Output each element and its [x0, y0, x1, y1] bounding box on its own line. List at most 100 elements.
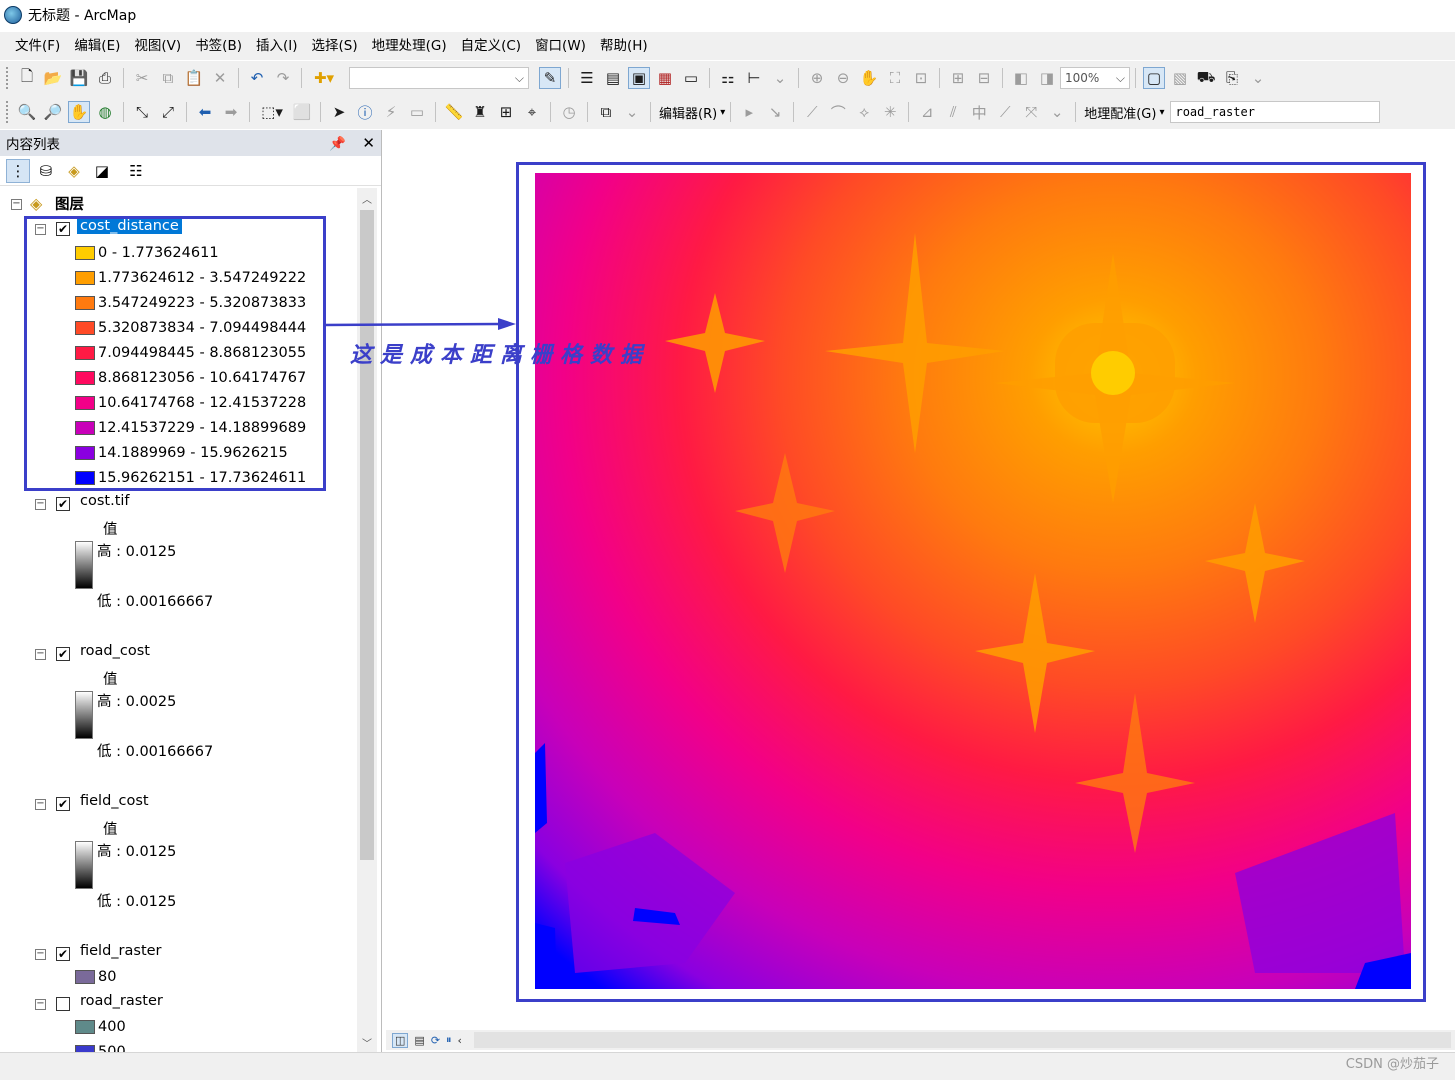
clear-selection-icon[interactable]: ⬜	[291, 101, 313, 123]
trace-icon[interactable]: ⟡	[853, 101, 875, 123]
select-elements-cursor-icon[interactable]: ➤	[328, 101, 350, 123]
search-window-icon[interactable]: ▣	[628, 67, 650, 89]
full-extent-globe-icon[interactable]: ◍	[94, 101, 116, 123]
collapse-icon[interactable]: −	[11, 199, 22, 210]
collapse-icon[interactable]: −	[35, 499, 46, 510]
scroll-up-icon[interactable]: ︿	[357, 188, 377, 208]
python-window-icon[interactable]: ▭	[680, 67, 702, 89]
layer-visibility-checkbox[interactable]: ✔	[56, 647, 70, 661]
menu-bookmarks[interactable]: 书签(B)	[188, 32, 249, 60]
scroll-down-icon[interactable]: ﹀	[357, 1032, 377, 1052]
layer-visibility-checkbox[interactable]	[56, 997, 70, 1011]
chevron-down-icon[interactable]: ▾	[1159, 107, 1164, 118]
arctoolbox-icon[interactable]: ▦	[654, 67, 676, 89]
create-viewer-window-icon[interactable]: ⧉	[595, 101, 617, 123]
undo-icon[interactable]: ↶	[246, 67, 268, 89]
model-builder-icon[interactable]: ⚏	[717, 67, 739, 89]
focus-data-frame-icon[interactable]: ▧	[1169, 67, 1191, 89]
map-scale-combo[interactable]: ⌵	[349, 67, 529, 89]
layer-name-field-raster[interactable]: field_raster	[80, 943, 162, 959]
close-icon[interactable]: ✕	[362, 134, 375, 152]
layout-zoom-in-icon[interactable]: ⊕	[806, 67, 828, 89]
delete-icon[interactable]: ✕	[209, 67, 231, 89]
menu-file[interactable]: 文件(F)	[8, 32, 67, 60]
scrollbar-thumb[interactable]	[360, 210, 374, 860]
measure-icon[interactable]: 📏	[443, 101, 465, 123]
collapse-icon[interactable]: −	[35, 999, 46, 1010]
scroll-left-icon[interactable]: ‹	[458, 1034, 462, 1047]
toolbar-overflow-icon[interactable]: ⌄	[621, 101, 643, 123]
layout-view-icon[interactable]: ▤	[414, 1034, 424, 1047]
menu-windows[interactable]: 窗口(W)	[528, 32, 593, 60]
time-slider-icon[interactable]: ◷	[558, 101, 580, 123]
forward-arrow-icon[interactable]: ➡	[220, 101, 242, 123]
layout-zoom-out-icon[interactable]: ⊖	[832, 67, 854, 89]
legend-class-row[interactable]: 500	[75, 1041, 126, 1052]
layout-back-icon[interactable]: ◧	[1010, 67, 1032, 89]
menu-geoprocessing[interactable]: 地理处理(G)	[365, 32, 454, 60]
layers-root-label[interactable]: 图层	[55, 193, 84, 214]
edit-tool-icon[interactable]: ▸	[738, 101, 760, 123]
list-by-selection-icon[interactable]: ◪	[90, 159, 114, 183]
legend-class-row[interactable]: 400	[75, 1016, 126, 1038]
layout-zoom-percent-combo[interactable]: 100% ⌵	[1060, 67, 1130, 89]
copy-icon[interactable]: ⧉	[157, 67, 179, 89]
layout-full-extent-icon[interactable]: ⛶	[884, 67, 906, 89]
edit-vertices-icon[interactable]: ⊿	[916, 101, 938, 123]
map-horizontal-scrollbar[interactable]	[473, 1032, 1451, 1048]
editor-toolbar-toggle-icon[interactable]: ✎	[539, 67, 561, 89]
toolbar-overflow-icon[interactable]: ⌄	[1247, 67, 1269, 89]
georeferencing-menu[interactable]: 地理配准(G)	[1081, 103, 1159, 122]
pan-hand-icon[interactable]: ✋	[68, 101, 90, 123]
go-to-xy-icon[interactable]: ⌖	[521, 101, 543, 123]
menu-edit[interactable]: 编辑(E)	[67, 32, 127, 60]
list-by-source-icon[interactable]: ⛁	[34, 159, 58, 183]
find-route-icon[interactable]: ⊞	[495, 101, 517, 123]
toolbar-overflow-icon[interactable]: ⌄	[1046, 101, 1068, 123]
georeferencing-layer-combo[interactable]: road_raster	[1170, 101, 1381, 123]
open-folder-icon[interactable]: 📂	[42, 67, 64, 89]
hyperlink-icon[interactable]: ⚡	[380, 101, 402, 123]
identify-info-icon[interactable]: ⓘ	[354, 101, 376, 123]
menu-view[interactable]: 视图(V)	[127, 32, 188, 60]
back-arrow-icon[interactable]: ⬅	[194, 101, 216, 123]
map-display[interactable]	[386, 130, 1455, 1030]
select-features-icon[interactable]: ⬚▾	[257, 101, 287, 123]
zoom-in-icon[interactable]: 🔍	[16, 101, 38, 123]
find-binoculars-icon[interactable]: ♜	[469, 101, 491, 123]
refresh-icon[interactable]: ⟳	[431, 1034, 440, 1047]
menu-help[interactable]: 帮助(H)	[593, 32, 655, 60]
new-document-icon[interactable]: 🗋	[16, 67, 38, 89]
layer-name-road-cost[interactable]: road_cost	[80, 643, 150, 659]
layout-fixed-zoom-out-icon[interactable]: ⊟	[973, 67, 995, 89]
reshape-icon[interactable]: ⫽	[942, 101, 964, 123]
cut-icon[interactable]: ✂	[131, 67, 153, 89]
layout-toggle-icon[interactable]: ⊢	[743, 67, 765, 89]
layer-name-field-cost[interactable]: field_cost	[80, 793, 149, 809]
layout-forward-icon[interactable]: ◨	[1036, 67, 1058, 89]
layout-fixed-zoom-in-icon[interactable]: ⊞	[947, 67, 969, 89]
toggle-draft-mode-icon[interactable]: ▢	[1143, 67, 1165, 89]
rotate-icon[interactable]: ⤧	[1020, 101, 1042, 123]
collapse-icon[interactable]: −	[35, 649, 46, 660]
toolbar-grip[interactable]	[6, 101, 10, 123]
layout-pan-icon[interactable]: ✋	[858, 67, 880, 89]
html-popup-icon[interactable]: ▭	[406, 101, 428, 123]
fixed-zoom-in-icon[interactable]: ⤡	[131, 101, 153, 123]
list-by-visibility-icon[interactable]: ◈	[62, 159, 86, 183]
paste-icon[interactable]: 📋	[183, 67, 205, 89]
layout-fixed-zoom-icon[interactable]: ⊡	[910, 67, 932, 89]
catalog-icon[interactable]: ▤	[602, 67, 624, 89]
chevron-down-icon[interactable]: ▾	[720, 107, 725, 118]
edit-annotation-icon[interactable]: ↘	[764, 101, 786, 123]
menu-selection[interactable]: 选择(S)	[304, 32, 364, 60]
editor-menu[interactable]: 编辑器(R)	[656, 103, 720, 122]
layer-visibility-checkbox[interactable]: ✔	[56, 497, 70, 511]
save-icon[interactable]: 💾	[68, 67, 90, 89]
point-icon[interactable]: ✳	[879, 101, 901, 123]
cut-polygons-icon[interactable]: 中	[968, 101, 990, 123]
redo-icon[interactable]: ↷	[272, 67, 294, 89]
menu-insert[interactable]: 插入(I)	[249, 32, 305, 60]
layer-visibility-checkbox[interactable]: ✔	[56, 797, 70, 811]
straight-segment-icon[interactable]: ⟋	[801, 101, 823, 123]
